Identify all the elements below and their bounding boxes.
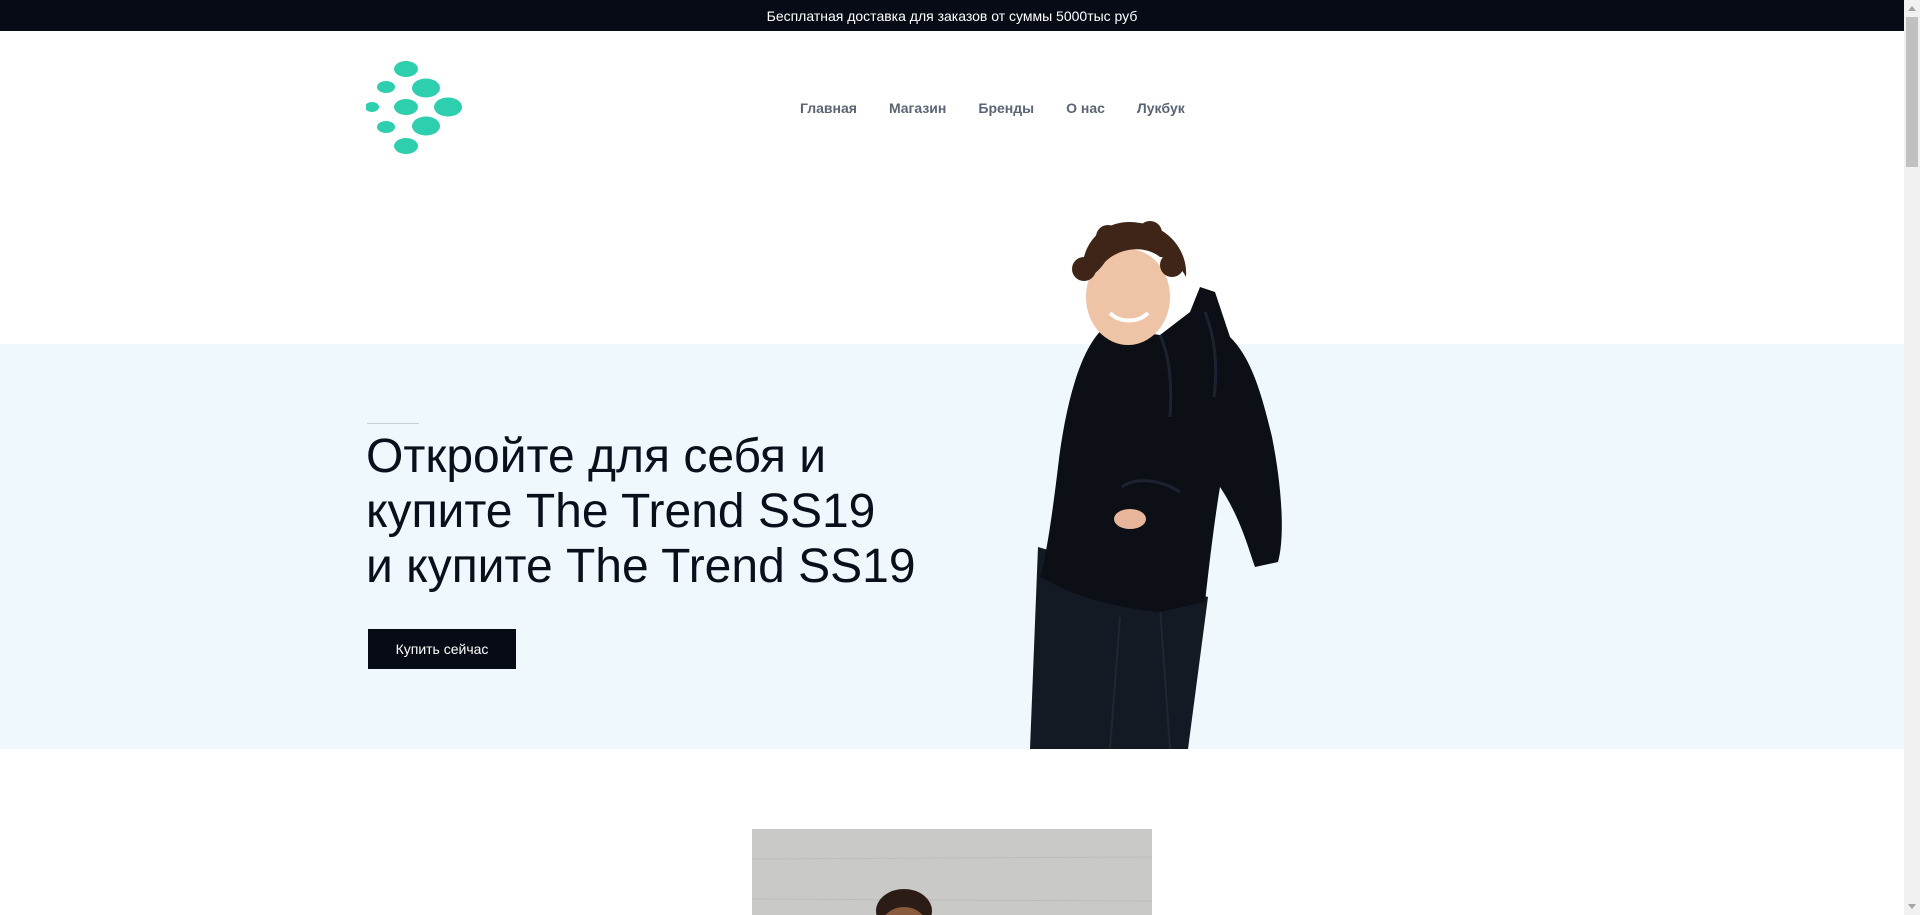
main-nav: Главная Магазин Бренды О нас Лукбук bbox=[800, 100, 1217, 116]
hero-title: Откройте для себя и купите The Trend SS1… bbox=[366, 429, 1006, 594]
promo-banner: Бесплатная доставка для заказов от суммы… bbox=[0, 0, 1904, 31]
scroll-up-icon[interactable] bbox=[1908, 6, 1916, 11]
buy-now-button[interactable]: Купить сейчас bbox=[368, 629, 516, 669]
hero-title-line-2: купите The Trend SS19 bbox=[366, 485, 876, 538]
nav-item-lookbook[interactable]: Лукбук bbox=[1137, 100, 1185, 116]
featured-product-image[interactable] bbox=[752, 829, 1152, 915]
nav-item-about[interactable]: О нас bbox=[1066, 100, 1105, 116]
hero-title-line-3: и купите The Trend SS19 bbox=[366, 540, 916, 593]
hero-divider bbox=[367, 423, 419, 424]
site-header: Главная Магазин Бренды О нас Лукбук bbox=[0, 31, 1904, 181]
nav-item-shop[interactable]: Магазин bbox=[889, 100, 946, 116]
hero-title-line-1: Откройте для себя и bbox=[366, 430, 827, 483]
promo-text: Бесплатная доставка для заказов от суммы… bbox=[766, 7, 1138, 24]
page-content: Главная Магазин Бренды О нас Лукбук Откр… bbox=[0, 31, 1904, 915]
featured-model-figure bbox=[752, 829, 1152, 915]
scroll-thumb[interactable] bbox=[1906, 17, 1918, 167]
page-scrollbar[interactable] bbox=[1904, 0, 1920, 915]
hero-model-image bbox=[1030, 221, 1282, 749]
nav-item-brands[interactable]: Бренды bbox=[978, 100, 1034, 116]
scroll-down-icon[interactable] bbox=[1908, 904, 1916, 909]
nav-item-home[interactable]: Главная bbox=[800, 100, 857, 116]
dots-logo-icon[interactable] bbox=[366, 61, 470, 157]
